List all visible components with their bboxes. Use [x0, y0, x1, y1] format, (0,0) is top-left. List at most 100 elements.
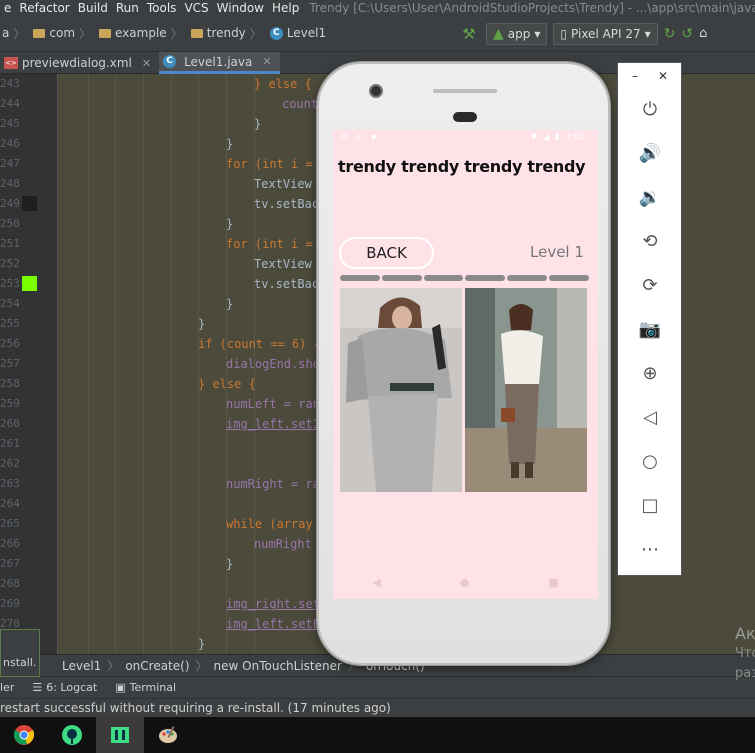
- minimize-icon[interactable]: –: [632, 69, 638, 83]
- apply-code-changes-icon[interactable]: ↺: [681, 26, 693, 42]
- code-line: img_left.setI: [226, 417, 320, 431]
- hammer-icon[interactable]: ⚒: [458, 25, 480, 43]
- line-number: 256: [0, 337, 20, 350]
- power-icon[interactable]: ⏻: [638, 97, 662, 121]
- taskbar-chrome[interactable]: [0, 717, 48, 753]
- emulator-control-panel: – ✕ ⏻ 🔊 🔉 ⟲ ⟳ 📷 ⊕ ◁ ○ □ ⋯: [617, 62, 682, 576]
- line-number: 245: [0, 117, 20, 130]
- status-message: restart successful without requiring a r…: [0, 701, 391, 715]
- nav-recents-icon[interactable]: ■: [548, 576, 558, 589]
- taskbar-paint[interactable]: [144, 717, 192, 753]
- debug-icon[interactable]: ⌂: [699, 26, 707, 41]
- close-icon[interactable]: ✕: [658, 69, 668, 83]
- chevron-right-icon: 〉: [170, 26, 183, 41]
- windows-taskbar: [0, 717, 755, 753]
- volume-down-icon[interactable]: 🔉: [638, 185, 662, 209]
- code-line: count: [282, 97, 319, 111]
- breadcrumb-label: Level1: [286, 26, 327, 40]
- tool-label: Terminal: [129, 681, 177, 694]
- menu-build[interactable]: Build: [74, 1, 112, 15]
- breadcrumb-label: com: [49, 26, 76, 40]
- line-number: 261: [0, 437, 20, 450]
- code-line: } else {: [198, 377, 256, 391]
- breadcrumb-trendy[interactable]: trendy 〉: [189, 25, 268, 42]
- img-left[interactable]: [340, 288, 462, 492]
- crumb-method[interactable]: onCreate(): [119, 659, 195, 673]
- line-number: 264: [0, 497, 20, 510]
- home-icon[interactable]: ○: [638, 449, 662, 473]
- code-line: }: [198, 637, 206, 651]
- progress-segment: [340, 275, 380, 281]
- earpiece: [453, 112, 477, 122]
- menu-window[interactable]: Window: [213, 1, 268, 15]
- zoom-icon[interactable]: ⊕: [638, 361, 662, 385]
- crumb-listener[interactable]: new OnTouchListener: [208, 659, 348, 673]
- menu-vcs[interactable]: VCS: [180, 1, 212, 15]
- more-icon[interactable]: ⋯: [638, 537, 662, 561]
- chrome-icon: [13, 725, 35, 745]
- camera-icon[interactable]: 📷: [638, 317, 662, 341]
- tab-previewdialog-xml[interactable]: <> previewdialog.xml ✕: [0, 52, 159, 74]
- run-config-label: app: [507, 26, 531, 41]
- tool-profiler[interactable]: ler: [0, 681, 14, 694]
- volume-up-icon[interactable]: 🔊: [638, 141, 662, 165]
- line-number: 254: [0, 297, 20, 310]
- close-icon[interactable]: ✕: [262, 55, 271, 68]
- tool-label: ler: [0, 681, 15, 694]
- breadcrumb-java[interactable]: a 〉: [0, 25, 31, 42]
- breadcrumb-level1[interactable]: C Level1: [268, 26, 328, 40]
- menu-tools[interactable]: Tools: [143, 1, 181, 15]
- breadcrumb-com[interactable]: com 〉: [31, 25, 97, 42]
- line-number: 269: [0, 597, 20, 610]
- code-line: for (int i =: [226, 157, 313, 171]
- android-nav-bar: ◀ ● ■: [333, 571, 598, 593]
- paint-icon: [159, 726, 177, 743]
- crumb-class[interactable]: Level1: [56, 659, 107, 673]
- back-icon[interactable]: ◁: [638, 405, 662, 429]
- line-number: 267: [0, 557, 20, 570]
- taskbar-emulator[interactable]: [96, 717, 144, 753]
- menu-run[interactable]: Run: [112, 1, 143, 15]
- line-number: 251: [0, 237, 20, 250]
- tool-logcat[interactable]: ☰ 6: Logcat: [32, 681, 97, 694]
- breadcrumb-example[interactable]: example 〉: [97, 25, 189, 42]
- install-notification[interactable]: nstall.: [0, 629, 40, 677]
- tab-level1-java[interactable]: C Level1.java ✕: [159, 52, 280, 74]
- line-number: 257: [0, 357, 20, 370]
- line-number: 253: [0, 277, 20, 290]
- sd-status-icon: ▪: [371, 132, 377, 141]
- fashion-photo-left: [340, 288, 462, 492]
- chevron-right-icon: 〉: [79, 26, 92, 41]
- line-number: 246: [0, 137, 20, 150]
- code-line: if (count == 6) {: [198, 337, 321, 351]
- close-icon[interactable]: ✕: [142, 57, 151, 70]
- code-line: }: [198, 317, 206, 331]
- apply-changes-icon[interactable]: ↻: [664, 26, 676, 42]
- run-config-select[interactable]: ▲ app ▾: [486, 22, 548, 45]
- menu-refactor[interactable]: Refactor: [15, 1, 73, 15]
- terminal-icon: ▣: [115, 681, 126, 694]
- phone-screen[interactable]: ⚙ ◎ ▪ ▼ ◢ ▮ 7:02 trendy trendy trendy tr…: [333, 130, 598, 599]
- rotate-right-icon[interactable]: ⟳: [638, 273, 662, 297]
- line-number: 252: [0, 257, 20, 270]
- tool-label: 6: Logcat: [46, 681, 98, 694]
- code-line: while (array.: [226, 517, 320, 531]
- tool-terminal[interactable]: ▣ Terminal: [115, 681, 176, 694]
- code-line: }: [226, 217, 234, 231]
- menu-edit[interactable]: e: [0, 1, 15, 15]
- taskbar-android-studio[interactable]: [48, 717, 96, 753]
- color-swatch-icon: [22, 196, 37, 211]
- rotate-left-icon[interactable]: ⟲: [638, 229, 662, 253]
- indent-guide: [171, 74, 172, 654]
- android-icon: ▲: [493, 25, 504, 42]
- nav-home-icon[interactable]: ●: [460, 576, 470, 589]
- nav-back-icon[interactable]: ◀: [372, 576, 380, 589]
- watermark-line: Что: [735, 646, 755, 661]
- navigation-toolbar: a 〉 com 〉 example 〉 trendy 〉 C Level1 ⚒ ▲ app ▾…: [0, 15, 755, 52]
- device-select[interactable]: ▯ Pixel API 27 ▾: [553, 22, 658, 45]
- overview-icon[interactable]: □: [638, 493, 662, 517]
- back-button[interactable]: BACK: [339, 237, 434, 269]
- app-icon: [111, 727, 129, 743]
- img-right[interactable]: [465, 288, 587, 492]
- menu-help[interactable]: Help: [268, 1, 303, 15]
